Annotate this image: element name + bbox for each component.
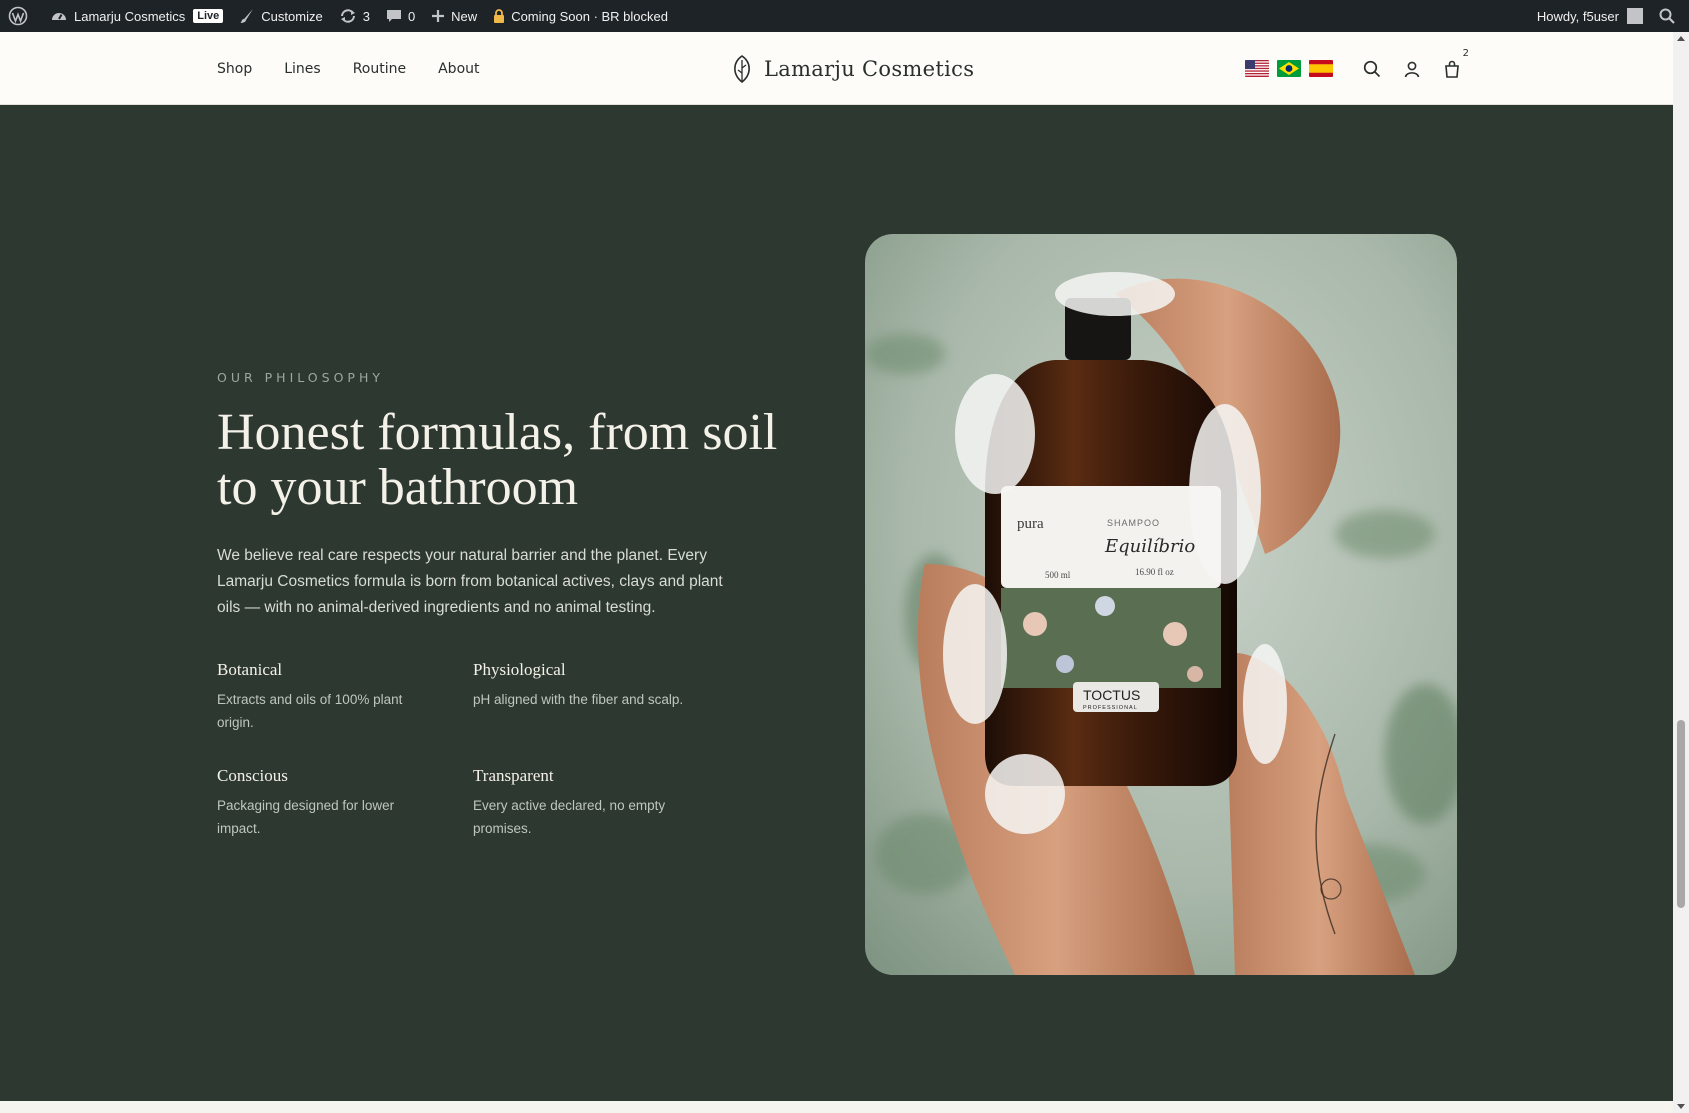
live-badge: Live: [193, 9, 224, 23]
new-label: New: [451, 8, 478, 24]
account-menu[interactable]: Howdy, f5user: [1529, 0, 1651, 32]
plus-icon: [432, 10, 445, 22]
nav-shop[interactable]: Shop: [217, 61, 252, 77]
label-type: SHAMPOO: [1107, 518, 1160, 528]
feature-transparent: Transparent Every active declared, no em…: [473, 766, 713, 840]
admin-site-link[interactable]: Lamarju Cosmetics Live: [42, 0, 231, 32]
cart-button[interactable]: 2: [1443, 48, 1469, 78]
admin-search[interactable]: [1651, 0, 1689, 32]
feature-title: Botanical: [217, 660, 283, 679]
label-oz: 16.90 fl oz: [1135, 567, 1174, 577]
label-maker-sub: PROFESSIONAL: [1083, 705, 1138, 711]
feature-text: Extracts and oils of 100% plant origin.: [217, 692, 403, 730]
comments-count: 0: [407, 8, 416, 24]
es-flag-icon[interactable]: [1309, 60, 1333, 77]
label-brand: pura: [1017, 516, 1044, 532]
dashboard-icon: [52, 13, 66, 20]
label-name: Equilíbrio: [1104, 536, 1195, 557]
feature-title: Transparent: [473, 766, 554, 785]
feature-text: Every active declared, no empty promises…: [473, 798, 666, 836]
feature-title: Physiological: [473, 660, 566, 679]
updates-count: 3: [362, 8, 370, 24]
leaf-logo-icon: [734, 54, 750, 83]
coming-soon-link[interactable]: Coming Soon · BR blocked: [485, 0, 676, 32]
feature-botanical: Botanical Extracts and oils of 100% plan…: [217, 660, 473, 734]
logo-text: Lamarju Cosmetics: [764, 56, 975, 81]
label-maker: TOCTUS: [1083, 687, 1140, 703]
new-content-link[interactable]: New: [423, 0, 485, 32]
feature-text: pH aligned with the fiber and scalp.: [473, 692, 684, 707]
product-photo: pura SHAMPOO Equilíbrio 500 ml 16.90 fl …: [865, 234, 1457, 975]
feature-title: Conscious: [217, 766, 288, 785]
page-scrollbar[interactable]: [1673, 32, 1689, 1113]
comments-link[interactable]: 0: [378, 0, 423, 32]
updates-link[interactable]: 3: [331, 0, 378, 32]
bag-icon: [1445, 60, 1459, 78]
updates-icon: [340, 9, 355, 23]
nav-lines[interactable]: Lines: [284, 61, 320, 77]
avatar: [1627, 8, 1643, 24]
us-flag-icon[interactable]: [1245, 60, 1269, 77]
next-section-edge: [0, 1101, 1673, 1113]
section-lead: We believe real care respects your natur…: [217, 547, 723, 616]
lock-icon: [494, 9, 505, 23]
admin-site-name: Lamarju Cosmetics: [74, 8, 186, 24]
philosophy-section: OUR PHILOSOPHY Honest formulas, from soi…: [0, 105, 1673, 1101]
search-button[interactable]: [1363, 60, 1381, 78]
howdy-label: Howdy, f5user: [1536, 8, 1619, 24]
feature-grid: Botanical Extracts and oils of 100% plan…: [217, 660, 717, 840]
nav-routine[interactable]: Routine: [353, 61, 406, 77]
scroll-thumb[interactable]: [1677, 720, 1685, 908]
site-header: Shop Lines Routine About Lamarju Cosmeti…: [0, 32, 1673, 105]
customize-link[interactable]: Customize: [231, 0, 330, 32]
nav-about[interactable]: About: [438, 61, 479, 77]
feature-text: Packaging designed for lower impact.: [217, 798, 395, 836]
section-headline: Honest formulas, from soil to your bathr…: [217, 404, 778, 516]
scroll-up-icon[interactable]: [1677, 36, 1685, 41]
search-icon: [1363, 60, 1381, 77]
customize-label: Customize: [261, 8, 323, 24]
user-icon: [1404, 61, 1420, 77]
admin-bar: Lamarju Cosmetics Live Customize 3 0 New…: [0, 0, 1689, 32]
main-nav: Shop Lines Routine About: [217, 32, 512, 105]
comment-icon: [386, 10, 401, 22]
coming-soon-label: Coming Soon · BR blocked: [511, 8, 668, 24]
br-flag-icon[interactable]: [1277, 60, 1301, 77]
section-eyebrow: OUR PHILOSOPHY: [217, 370, 384, 385]
account-button[interactable]: [1403, 60, 1421, 78]
brush-icon: [240, 9, 254, 23]
cart-count: 2: [1462, 47, 1469, 59]
label-ml: 500 ml: [1045, 570, 1071, 580]
scroll-down-icon[interactable]: [1677, 1104, 1685, 1109]
feature-physiological: Physiological pH aligned with the fiber …: [473, 660, 713, 734]
feature-conscious: Conscious Packaging designed for lower i…: [217, 766, 473, 840]
wordpress-logo-icon[interactable]: [0, 0, 42, 32]
site-logo[interactable]: Lamarju Cosmetics: [730, 32, 974, 105]
search-icon: [1659, 8, 1675, 24]
